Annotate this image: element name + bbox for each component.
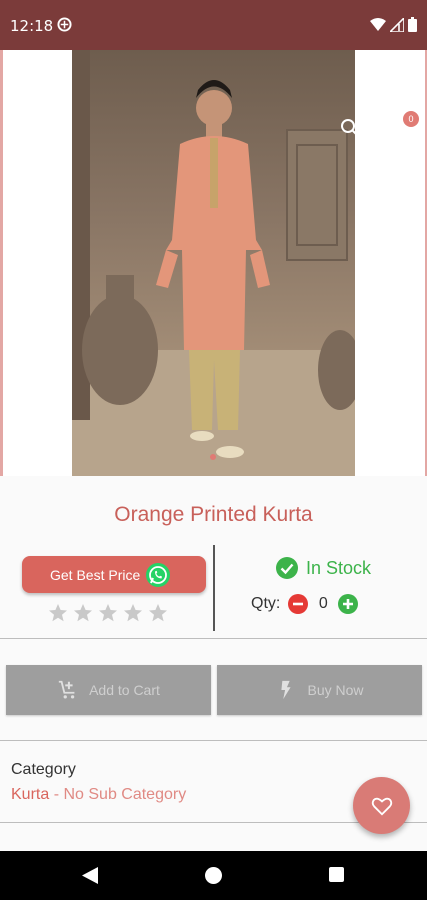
status-bar: 12:18 [0, 0, 427, 50]
category-heading: Category [11, 761, 76, 778]
divider [0, 638, 427, 639]
carousel-indicator[interactable] [210, 454, 216, 460]
rating-stars[interactable] [48, 603, 168, 623]
carousel-edge-left [0, 50, 3, 476]
qty-label: Qty: [251, 595, 281, 612]
recent-apps-icon[interactable] [329, 867, 344, 882]
status-time: 12:18 [10, 17, 54, 35]
cart-badge[interactable]: 0 [403, 111, 419, 127]
category-value: Kurta - No Sub Category [11, 786, 186, 804]
get-best-price-button[interactable]: Get Best Price [22, 556, 206, 593]
battery-icon [408, 17, 417, 32]
check-circle-icon [276, 557, 298, 579]
partially-visible-content [30, 843, 410, 851]
stock-status: In Stock [276, 557, 371, 579]
star-icon[interactable] [98, 603, 118, 623]
product-photo [72, 50, 355, 476]
sub-category-name: - No Sub Category [49, 786, 187, 803]
product-photo-illustration [72, 50, 355, 476]
star-icon[interactable] [123, 603, 143, 623]
plus-icon[interactable] [338, 594, 359, 614]
product-image-carousel[interactable]: 0 [0, 50, 427, 476]
star-icon[interactable] [48, 603, 68, 623]
buy-now-button[interactable]: Buy Now [217, 665, 422, 715]
star-icon[interactable] [73, 603, 93, 623]
buy-now-label: Buy Now [307, 682, 364, 698]
category-name[interactable]: Kurta [11, 786, 49, 803]
app-icon [57, 17, 72, 32]
add-to-cart-button[interactable]: Add to Cart [6, 665, 211, 715]
add-to-cart-label: Add to Cart [89, 682, 160, 698]
signal-icon [390, 17, 404, 32]
divider [0, 740, 427, 741]
star-icon[interactable] [148, 603, 168, 623]
flash-icon [281, 680, 292, 700]
get-best-price-label: Get Best Price [50, 566, 141, 583]
home-icon[interactable] [205, 867, 222, 884]
search-icon[interactable] [340, 118, 360, 138]
add-cart-icon [58, 680, 75, 699]
whatsapp-icon [146, 562, 171, 587]
stock-status-label: In Stock [306, 557, 372, 578]
quantity-stepper: Qty: 0 [251, 594, 359, 614]
heart-icon [371, 797, 392, 816]
back-icon[interactable] [82, 867, 98, 884]
qty-value: 0 [318, 595, 328, 612]
product-title: Orange Printed Kurta [114, 503, 313, 526]
wishlist-fab-button[interactable] [353, 777, 410, 834]
status-icons [370, 17, 417, 32]
minus-icon[interactable] [288, 594, 309, 614]
vertical-divider [213, 545, 215, 631]
wifi-icon [370, 17, 386, 31]
